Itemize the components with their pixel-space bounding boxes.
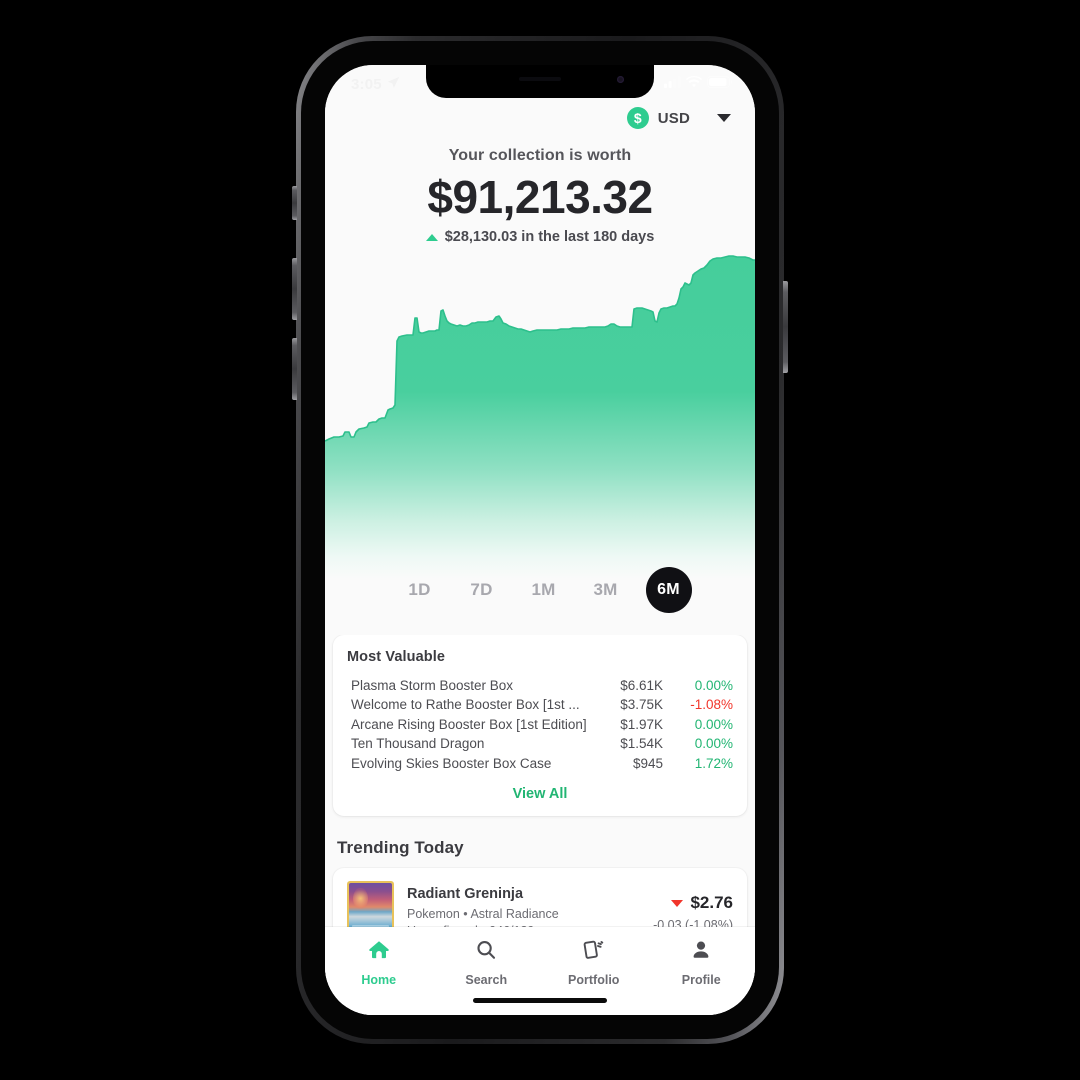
screenshot-canvas: $ USD Your collection is worth $91,213.3…: [0, 0, 1080, 1080]
dollar-badge-icon: $: [626, 107, 649, 129]
currency-selector[interactable]: $ USD: [626, 107, 690, 129]
most-valuable-item-name: Ten Thousand Dragon: [351, 736, 485, 752]
home-icon: [367, 938, 391, 967]
tab-portfolio[interactable]: Portfolio: [540, 938, 648, 987]
phone-volume-up-button[interactable]: [292, 258, 297, 320]
most-valuable-item-name: Welcome to Rathe Booster Box [1st ...: [351, 697, 580, 713]
app-root: $ USD Your collection is worth $91,213.3…: [325, 65, 755, 1015]
most-valuable-row[interactable]: Arcane Rising Booster Box [1st Edition] …: [347, 714, 733, 734]
trending-item-price: $2.76: [690, 893, 733, 913]
currency-code-label: USD: [657, 109, 690, 127]
phone-screen: $ USD Your collection is worth $91,213.3…: [325, 65, 755, 1015]
range-option-1d[interactable]: 1D: [389, 580, 451, 600]
tab-profile[interactable]: Profile: [648, 938, 756, 987]
portfolio-value-chart[interactable]: 1D 7D 1M 3M 6M: [325, 249, 755, 614]
phone-power-button[interactable]: [783, 281, 788, 373]
tab-profile-label: Profile: [681, 973, 721, 987]
most-valuable-item-price: $1.97K: [620, 716, 663, 732]
most-valuable-row[interactable]: Ten Thousand Dragon $1.54K 0.00%: [347, 734, 733, 754]
most-valuable-item-price: $1.54K: [620, 736, 663, 752]
triangle-down-icon: [671, 899, 684, 907]
trending-item-meta-1: Pokemon • Astral Radiance: [407, 907, 559, 922]
front-camera-icon: [617, 76, 624, 83]
phone-mute-switch[interactable]: [292, 186, 297, 220]
range-option-1m[interactable]: 1M: [513, 580, 575, 600]
collection-delta: $28,130.03 in the last 180 days: [325, 229, 755, 245]
most-valuable-item-name: Plasma Storm Booster Box: [351, 677, 514, 693]
phone-notch: [426, 65, 654, 98]
most-valuable-item-change: 0.00%: [694, 716, 733, 732]
chart-svg: [325, 255, 755, 580]
most-valuable-row[interactable]: Evolving Skies Booster Box Case $945 1.7…: [347, 753, 733, 773]
bottom-tab-bar: Home Search Portfolio Profile: [325, 927, 755, 1015]
view-all-button[interactable]: View All: [347, 773, 733, 806]
most-valuable-row[interactable]: Plasma Storm Booster Box $6.61K 0.00%: [347, 675, 733, 695]
trending-today-title: Trending Today: [337, 837, 464, 857]
phone-volume-down-button[interactable]: [292, 338, 297, 400]
most-valuable-item-price: $3.75K: [620, 697, 663, 713]
most-valuable-item-name: Arcane Rising Booster Box [1st Edition]: [351, 716, 587, 732]
tab-home[interactable]: Home: [325, 938, 433, 987]
chevron-down-icon[interactable]: [717, 114, 731, 122]
tab-portfolio-label: Portfolio: [568, 973, 620, 987]
tab-home-label: Home: [361, 973, 397, 987]
tab-search-label: Search: [465, 973, 508, 987]
most-valuable-card: Most Valuable Plasma Storm Booster Box $…: [333, 635, 747, 816]
trending-item-name: Radiant Greninja: [407, 886, 524, 903]
earpiece-speaker: [519, 77, 561, 81]
time-range-selector: 1D 7D 1M 3M 6M: [325, 567, 755, 614]
collection-worth-label: Your collection is worth: [448, 147, 632, 164]
most-valuable-row[interactable]: Welcome to Rathe Booster Box [1st ... $3…: [347, 695, 733, 715]
search-icon: [474, 938, 498, 967]
portfolio-icon: [581, 938, 607, 967]
range-option-6m[interactable]: 6M: [645, 567, 692, 614]
tab-search[interactable]: Search: [433, 938, 541, 987]
profile-icon: [689, 938, 713, 967]
most-valuable-item-change: 0.00%: [694, 736, 733, 752]
most-valuable-item-change: -1.08%: [690, 697, 733, 713]
collection-worth-value: $91,213.32: [427, 171, 653, 223]
triangle-up-icon: [425, 233, 438, 241]
chart-area-path: [325, 256, 755, 580]
home-indicator[interactable]: [473, 998, 607, 1003]
range-option-3m[interactable]: 3M: [575, 580, 637, 600]
most-valuable-item-name: Evolving Skies Booster Box Case: [351, 755, 552, 771]
most-valuable-item-change: 1.72%: [694, 755, 733, 771]
currency-selector-row: $ USD: [325, 103, 755, 133]
most-valuable-item-change: 0.00%: [694, 677, 733, 693]
range-option-7d[interactable]: 7D: [451, 580, 513, 600]
most-valuable-title: Most Valuable: [347, 649, 445, 666]
most-valuable-item-price: $6.61K: [620, 677, 663, 693]
most-valuable-item-price: $945: [632, 755, 663, 771]
collection-delta-text: $28,130.03 in the last 180 days: [444, 229, 655, 246]
